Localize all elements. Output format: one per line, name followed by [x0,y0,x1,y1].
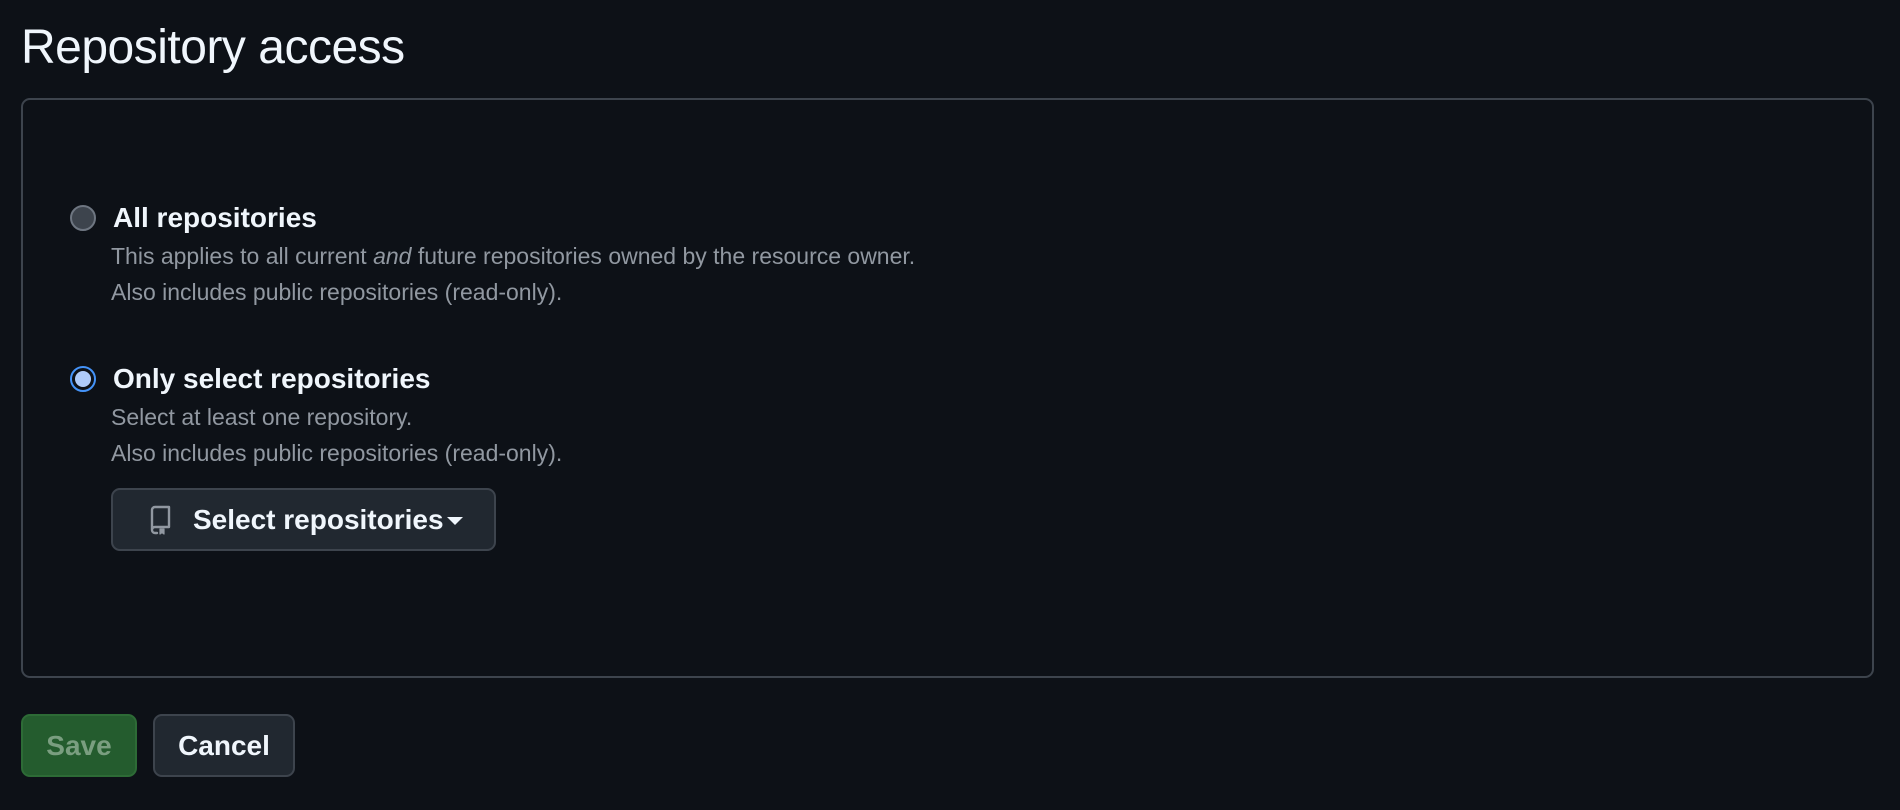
all-desc-prefix: This applies to all current [111,243,374,269]
cancel-button[interactable]: Cancel [153,714,295,777]
repo-icon [149,505,171,535]
page-title: Repository access [21,21,405,74]
all-repositories-note: Also includes public repositories (read-… [111,279,563,305]
repository-access-page: Repository access All repositories This … [0,0,1900,810]
only-select-repositories-radio[interactable] [70,366,96,392]
save-button[interactable]: Save [21,714,137,777]
all-desc-suffix: future repositories owned by the resourc… [411,243,916,269]
all-repositories-label[interactable]: All repositories [113,200,317,236]
only-select-repositories-note: Also includes public repositories (read-… [111,440,563,466]
all-desc-emphasis: and [373,243,412,269]
select-repositories-label: Select repositories [193,504,444,535]
caret-down-icon [447,517,463,525]
only-select-repositories-label[interactable]: Only select repositories [113,361,430,397]
only-select-repositories-description: Select at least one repository. [111,404,413,430]
select-repositories-button[interactable]: Select repositories [111,488,496,551]
all-repositories-radio[interactable] [70,205,96,231]
all-repositories-description: This applies to all current and future r… [111,241,915,271]
